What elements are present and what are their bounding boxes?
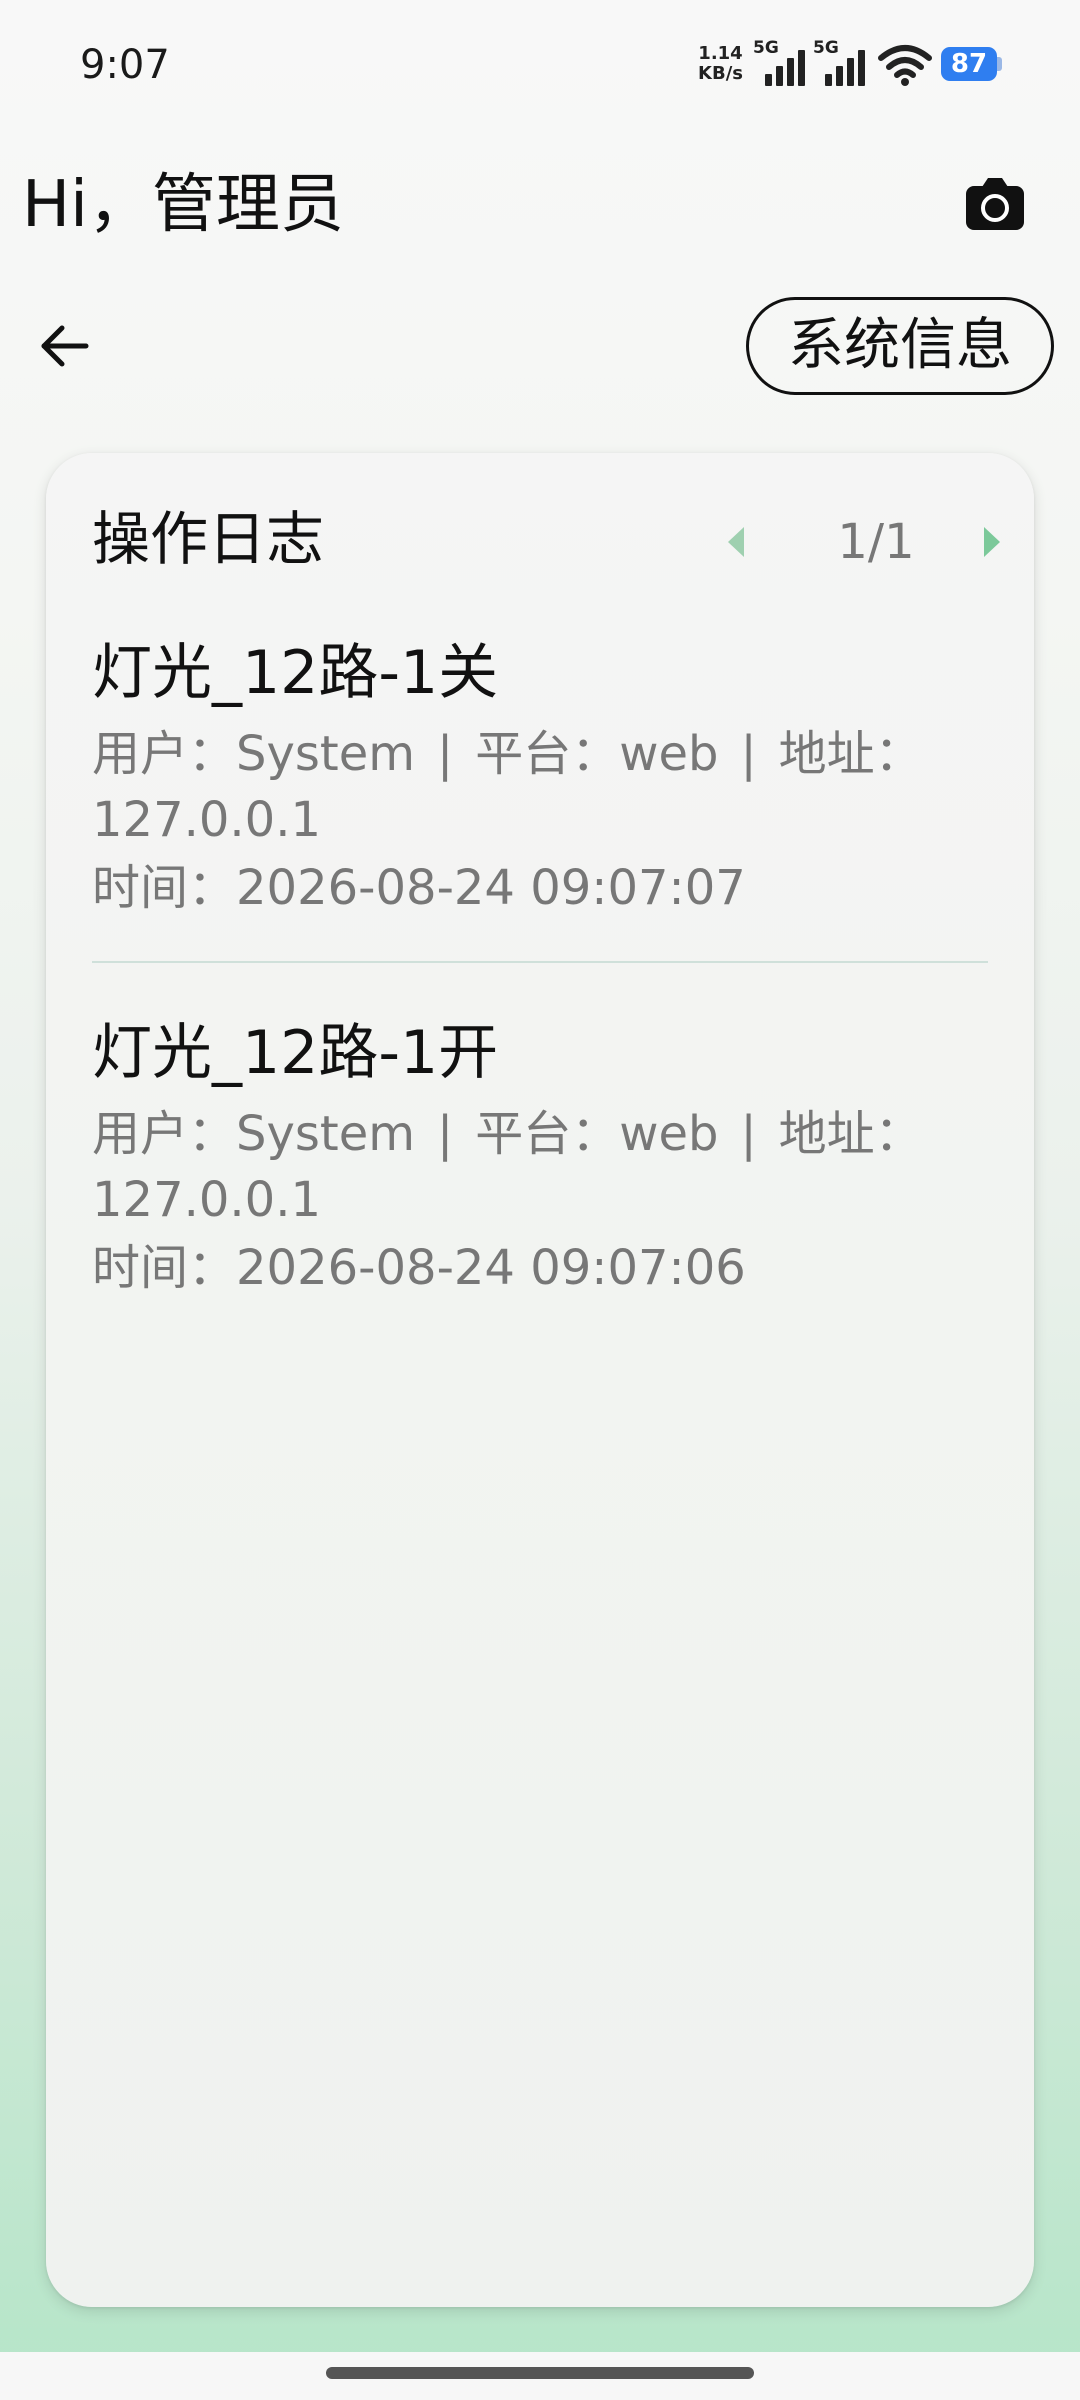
log-time: 时间：2026-08-24 09:07:07 (92, 853, 988, 923)
address-value: 127.0.0.1 (92, 1172, 322, 1228)
signal-icon: 5G (753, 38, 805, 86)
home-indicator[interactable] (326, 2367, 754, 2379)
time-value: 2026-08-24 09:07:07 (236, 860, 746, 916)
log-list: 灯光_12路-1关 用户：System | 平台：web | 地址： 127.0.0.1 … (92, 633, 988, 1341)
battery-level: 87 (941, 47, 997, 81)
sim2-label: 5G (813, 38, 839, 58)
wifi-icon (878, 45, 932, 86)
network-speed: 1.14 KB/s (698, 44, 743, 84)
time-value: 2026-08-24 09:07:06 (236, 1240, 746, 1296)
separator: | (740, 726, 757, 782)
address-label: 地址： (778, 1106, 923, 1162)
arrow-left-icon[interactable] (36, 318, 92, 374)
separator: | (740, 1106, 757, 1162)
page-indicator: 1/1 (837, 514, 915, 570)
camera-icon[interactable] (964, 176, 1026, 232)
user-label: 用户： (92, 726, 237, 782)
status-bar: 9:07 1.14 KB/s 5G 5G 87 (0, 0, 1080, 130)
time-label: 时间： (92, 1240, 237, 1296)
triangle-right-icon[interactable] (984, 527, 1000, 557)
log-meta: 用户：System | 平台：web | 地址： 127.0.0.1 (92, 721, 988, 853)
user-value: System (236, 1106, 416, 1162)
operation-log-card: 操作日志 1/1 灯光_12路-1关 用户：System | 平台：web | 地址： 1… (46, 453, 1034, 2307)
platform-label: 平台： (475, 1106, 620, 1162)
network-speed-unit: KB/s (698, 63, 743, 84)
platform-label: 平台： (475, 726, 620, 782)
log-item: 灯光_12路-1关 用户：System | 平台：web | 地址： 127.0.0.1 … (92, 633, 988, 961)
time-label: 时间： (92, 860, 237, 916)
signal-icon: 5G (813, 38, 865, 86)
address-label: 地址： (778, 726, 923, 782)
platform-value: web (619, 1106, 719, 1162)
system-info-button[interactable]: 系统信息 (746, 297, 1054, 395)
log-item: 灯光_12路-1开 用户：System | 平台：web | 地址： 127.0.0.1 … (92, 961, 988, 1341)
log-title: 灯光_12路-1关 (92, 638, 499, 708)
log-meta: 用户：System | 平台：web | 地址： 127.0.0.1 (92, 1101, 988, 1233)
platform-value: web (619, 726, 719, 782)
address-value: 127.0.0.1 (92, 792, 322, 848)
pagination: 1/1 (676, 511, 1016, 571)
status-time: 9:07 (80, 42, 170, 88)
network-speed-value: 1.14 (698, 43, 743, 64)
card-title: 操作日志 (92, 505, 325, 573)
separator: | (437, 726, 454, 782)
log-title: 灯光_12路-1开 (92, 1018, 499, 1088)
user-label: 用户： (92, 1106, 237, 1162)
user-value: System (236, 726, 416, 782)
status-icons: 1.14 KB/s 5G 5G 87 (698, 36, 1002, 92)
sim1-label: 5G (753, 38, 779, 58)
separator: | (437, 1106, 454, 1162)
log-time: 时间：2026-08-24 09:07:06 (92, 1233, 988, 1303)
battery-icon: 87 (941, 47, 1002, 81)
greeting-text: Hi，管理员 (22, 168, 344, 242)
triangle-left-icon[interactable] (728, 527, 744, 557)
